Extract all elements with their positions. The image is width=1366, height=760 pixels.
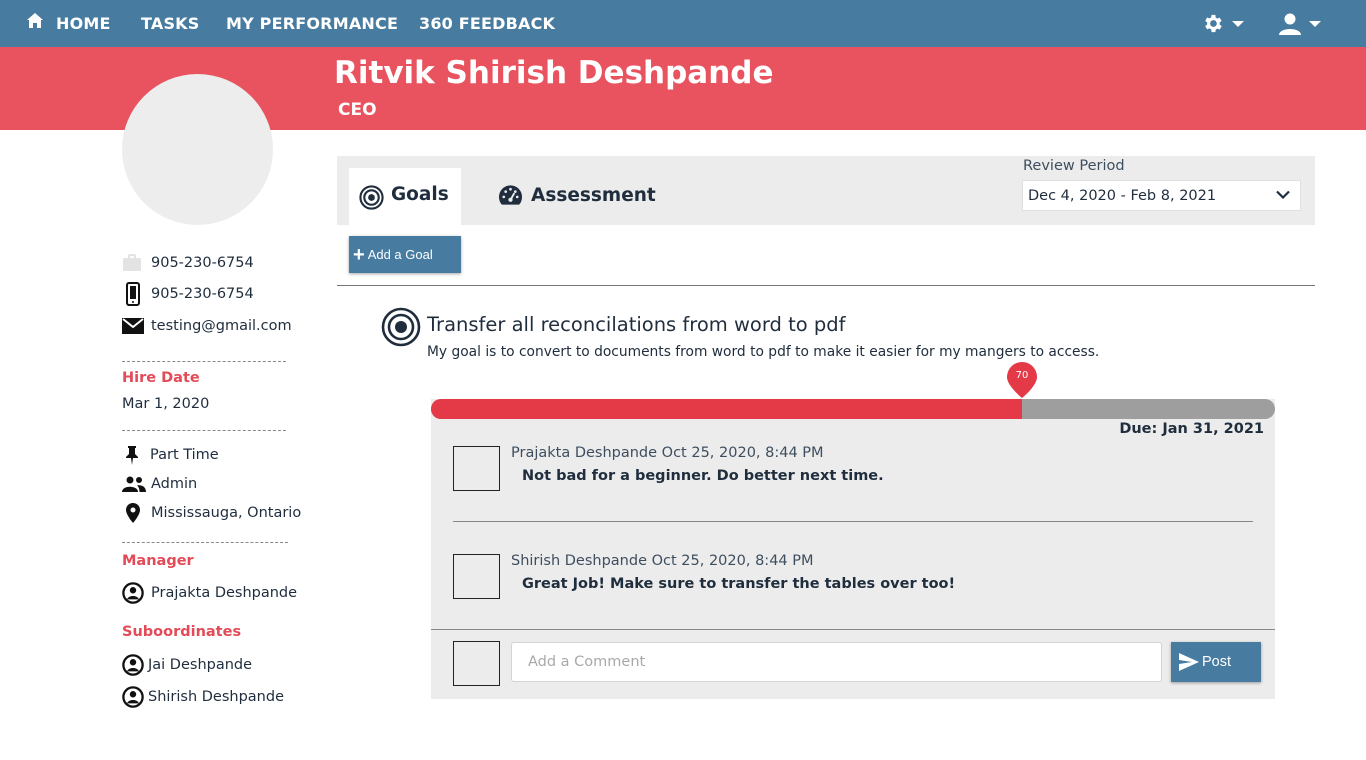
comment-avatar bbox=[453, 446, 500, 491]
pin-icon bbox=[122, 444, 142, 466]
profile-name: Ritvik Shirish Deshpande bbox=[334, 55, 774, 91]
goal-description: My goal is to convert to documents from … bbox=[427, 344, 1100, 360]
gear-icon[interactable] bbox=[1201, 12, 1224, 35]
mobile-phone: 905-230-6754 bbox=[151, 286, 254, 302]
caret-down-icon bbox=[1309, 21, 1321, 27]
profile-job-title: CEO bbox=[338, 100, 377, 120]
section-divider bbox=[337, 285, 1315, 286]
role-row: Admin bbox=[122, 472, 197, 496]
work-phone: 905-230-6754 bbox=[151, 255, 254, 271]
manager-name[interactable]: Prajakta Deshpande bbox=[151, 585, 297, 601]
manager-row[interactable]: Prajakta Deshpande bbox=[122, 581, 297, 605]
review-period-value: Dec 4, 2020 - Feb 8, 2021 bbox=[1028, 188, 1217, 204]
email-row: testing@gmail.com bbox=[122, 314, 292, 338]
comment-header: Prajakta Deshpande Oct 25, 2020, 8:44 PM bbox=[511, 445, 824, 461]
user-circle-icon bbox=[122, 582, 144, 604]
goal-progress-fill bbox=[431, 399, 1022, 419]
section-divider bbox=[122, 361, 286, 362]
current-user-avatar bbox=[453, 641, 500, 686]
subordinate-row[interactable]: Jai Deshpande bbox=[122, 653, 252, 677]
comment-input[interactable] bbox=[511, 642, 1162, 682]
mobile-phone-icon bbox=[122, 282, 144, 306]
email-address[interactable]: testing@gmail.com bbox=[151, 318, 292, 334]
goal-title[interactable]: Transfer all reconcilations from word to… bbox=[427, 313, 846, 336]
profile-avatar bbox=[122, 74, 273, 225]
goal-progress-bar bbox=[431, 399, 1275, 419]
top-navbar: HOME TASKS MY PERFORMANCE 360 FEEDBACK bbox=[0, 0, 1366, 47]
comment-header: Shirish Deshpande Oct 25, 2020, 8:44 PM bbox=[511, 553, 814, 569]
user-circle-icon bbox=[122, 654, 144, 676]
email-icon bbox=[122, 315, 144, 337]
employment-type: Part Time bbox=[150, 447, 219, 463]
comment-divider bbox=[431, 629, 1275, 630]
add-goal-label: Add a Goal bbox=[367, 247, 433, 262]
review-period-label: Review Period bbox=[1023, 158, 1125, 174]
chevron-down-icon bbox=[1276, 190, 1290, 200]
user-icon[interactable] bbox=[1278, 12, 1302, 36]
review-period-select[interactable]: Dec 4, 2020 - Feb 8, 2021 bbox=[1022, 180, 1301, 211]
gauge-icon bbox=[498, 185, 523, 205]
work-phone-row: 905-230-6754 bbox=[122, 251, 254, 275]
add-goal-button[interactable]: + Add a Goal bbox=[349, 236, 461, 273]
subordinate-name[interactable]: Shirish Deshpande bbox=[148, 689, 284, 705]
caret-down-icon bbox=[1232, 21, 1244, 27]
post-comment-button[interactable]: Post bbox=[1171, 642, 1261, 682]
hire-date-label: Hire Date bbox=[122, 370, 200, 386]
section-divider bbox=[122, 542, 288, 543]
mobile-phone-row: 905-230-6754 bbox=[122, 282, 254, 306]
employment-type-row: Part Time bbox=[122, 443, 219, 467]
comment-text: Not bad for a beginner. Do better next t… bbox=[522, 468, 884, 484]
location-row: Mississauga, Ontario bbox=[122, 501, 301, 525]
target-icon bbox=[359, 185, 384, 210]
home-icon[interactable] bbox=[25, 11, 45, 31]
manager-label: Manager bbox=[122, 553, 194, 569]
nav-home[interactable]: HOME bbox=[56, 0, 111, 47]
people-icon bbox=[122, 473, 146, 495]
progress-value: 70 bbox=[1015, 370, 1029, 381]
nav-my-performance[interactable]: MY PERFORMANCE bbox=[226, 0, 398, 47]
subordinate-row[interactable]: Shirish Deshpande bbox=[122, 685, 284, 709]
post-label: Post bbox=[1202, 654, 1232, 670]
user-circle-icon bbox=[122, 686, 144, 708]
section-divider bbox=[122, 430, 286, 431]
role: Admin bbox=[151, 476, 198, 492]
target-icon bbox=[381, 307, 421, 347]
tab-goals-label[interactable]: Goals bbox=[391, 184, 449, 205]
comment-avatar bbox=[453, 554, 500, 599]
nav-360-feedback[interactable]: 360 FEEDBACK bbox=[419, 0, 555, 47]
plus-icon: + bbox=[353, 243, 365, 266]
comment-text: Great Job! Make sure to transfer the tab… bbox=[522, 576, 956, 592]
nav-tasks[interactable]: TASKS bbox=[141, 0, 200, 47]
subordinates-label: Suboordinates bbox=[122, 624, 242, 640]
send-icon bbox=[1179, 653, 1199, 671]
subordinate-name[interactable]: Jai Deshpande bbox=[148, 657, 252, 673]
tab-assessment[interactable]: Assessment bbox=[531, 185, 656, 206]
briefcase-icon bbox=[122, 252, 144, 274]
location: Mississauga, Ontario bbox=[151, 505, 302, 521]
location-icon bbox=[122, 502, 144, 524]
hire-date: Mar 1, 2020 bbox=[122, 396, 210, 412]
progress-marker[interactable]: 70 bbox=[1007, 362, 1037, 398]
goal-due-date: Due: Jan 31, 2021 bbox=[1119, 421, 1264, 437]
comment-divider bbox=[453, 521, 1253, 522]
